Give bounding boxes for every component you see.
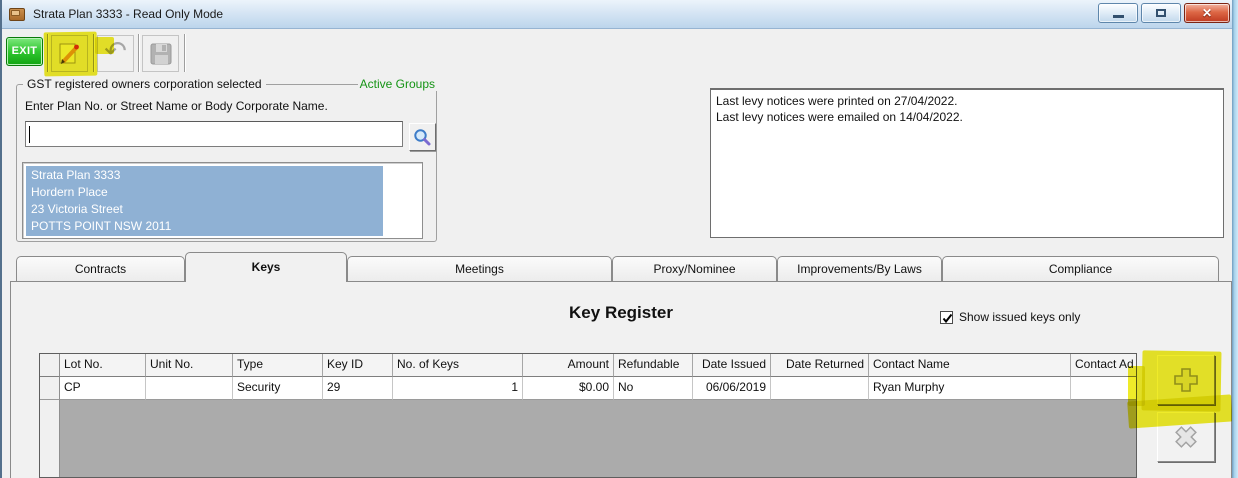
edit-button[interactable] bbox=[51, 35, 88, 72]
toolbar-separator bbox=[138, 34, 139, 72]
column-header[interactable]: Type bbox=[233, 354, 323, 377]
delete-key-button[interactable] bbox=[1157, 412, 1215, 462]
column-header[interactable]: No. of Keys bbox=[393, 354, 523, 377]
toolbar-separator bbox=[184, 34, 185, 72]
levy-notice-line: Last levy notices were printed on 27/04/… bbox=[716, 94, 958, 108]
tab-improvements-by-laws[interactable]: Improvements/By Laws bbox=[777, 256, 942, 281]
toolbar-separator bbox=[93, 34, 94, 72]
app-icon bbox=[9, 7, 27, 22]
tab-compliance[interactable]: Compliance bbox=[942, 256, 1219, 281]
row-selector-strip bbox=[40, 400, 60, 477]
maximize-button[interactable] bbox=[1141, 3, 1181, 23]
pencil-icon bbox=[59, 43, 79, 64]
row-selector-header[interactable] bbox=[40, 354, 60, 377]
search-icon bbox=[414, 128, 431, 145]
table-row[interactable]: CP Security 29 1 $0.00 No 06/06/2019 Ryan Murph… bbox=[40, 377, 1136, 400]
window-right-frame bbox=[1232, 0, 1238, 478]
column-header[interactable]: Contact Ad bbox=[1071, 354, 1136, 377]
tab-proxy-nominee[interactable]: Proxy/Nominee bbox=[612, 256, 777, 281]
table-cell[interactable]: $0.00 bbox=[523, 377, 614, 400]
table-cell[interactable]: Security bbox=[233, 377, 323, 400]
column-header[interactable]: Contact Name bbox=[869, 354, 1071, 377]
table-cell[interactable]: 1 bbox=[393, 377, 523, 400]
exit-button[interactable]: EXIT bbox=[6, 37, 43, 66]
undo-button[interactable]: ↶ bbox=[97, 35, 134, 72]
table-cell[interactable]: 29 bbox=[323, 377, 393, 400]
toolbar-separator bbox=[47, 34, 48, 72]
table-cell[interactable]: No bbox=[614, 377, 693, 400]
plus-icon bbox=[1174, 368, 1198, 392]
column-header[interactable]: Amount bbox=[523, 354, 614, 377]
close-button[interactable]: ✕ bbox=[1184, 3, 1230, 23]
column-header[interactable]: Refundable bbox=[614, 354, 693, 377]
levy-notice-line: Last levy notices were emailed on 14/04/… bbox=[716, 110, 963, 124]
app-window: Strata Plan 3333 - Read Only Mode ✕ EXIT… bbox=[0, 0, 1238, 478]
selected-plan-item[interactable]: Strata Plan 3333 Hordern Place 23 Victoria… bbox=[26, 166, 383, 236]
tab-contracts[interactable]: Contracts bbox=[16, 256, 185, 281]
column-header[interactable]: Date Issued bbox=[693, 354, 771, 377]
text-caret bbox=[29, 126, 30, 143]
titlebar: Strata Plan 3333 - Read Only Mode ✕ bbox=[2, 0, 1238, 29]
minimize-icon bbox=[1112, 15, 1124, 18]
add-key-button[interactable] bbox=[1157, 355, 1215, 405]
levy-notices-box[interactable]: Last levy notices were printed on 27/04/… bbox=[710, 88, 1224, 238]
save-icon bbox=[150, 43, 171, 64]
table-cell[interactable]: Ryan Murphy bbox=[869, 377, 1071, 400]
save-button[interactable] bbox=[142, 35, 179, 72]
minimize-button[interactable] bbox=[1098, 3, 1138, 23]
undo-icon: ↶ bbox=[104, 36, 127, 66]
maximize-icon bbox=[1156, 9, 1166, 17]
table-cell[interactable]: CP bbox=[60, 377, 146, 400]
selected-plan-line: POTTS POINT NSW 2011 bbox=[31, 219, 172, 233]
table-cell[interactable] bbox=[146, 377, 233, 400]
table-cell[interactable]: 06/06/2019 bbox=[693, 377, 771, 400]
show-issued-keys-filter[interactable]: Show issued keys only bbox=[940, 310, 1080, 324]
plan-search-input[interactable] bbox=[25, 121, 403, 147]
delete-cross-icon bbox=[1175, 426, 1197, 448]
check-icon bbox=[942, 313, 953, 323]
tab-meetings[interactable]: Meetings bbox=[347, 256, 612, 281]
table-header-row: Lot No. Unit No. Type Key ID No. of Keys Amou… bbox=[40, 354, 1136, 377]
column-header[interactable]: Key ID bbox=[323, 354, 393, 377]
search-button[interactable] bbox=[409, 123, 436, 151]
window-title: Strata Plan 3333 - Read Only Mode bbox=[33, 7, 224, 21]
table-cell[interactable] bbox=[771, 377, 869, 400]
selected-plan-line: 23 Victoria Street bbox=[31, 202, 123, 216]
key-register-table: Lot No. Unit No. Type Key ID No. of Keys Amou… bbox=[39, 353, 1137, 478]
tab-keys[interactable]: Keys bbox=[185, 252, 347, 282]
column-header[interactable]: Unit No. bbox=[146, 354, 233, 377]
selected-plan-line: Hordern Place bbox=[31, 185, 108, 199]
selected-plan-line: Strata Plan 3333 bbox=[31, 168, 121, 182]
show-issued-keys-label: Show issued keys only bbox=[959, 310, 1081, 324]
active-groups-label: Active Groups bbox=[357, 77, 437, 91]
table-cell[interactable] bbox=[1071, 377, 1136, 400]
row-selector-cell[interactable] bbox=[40, 377, 60, 400]
column-header[interactable]: Date Returned bbox=[771, 354, 869, 377]
groupbox-legend: GST registered owners corporation select… bbox=[23, 77, 266, 91]
show-issued-keys-checkbox[interactable] bbox=[940, 310, 953, 324]
plan-result-list[interactable]: Strata Plan 3333 Hordern Place 23 Victoria… bbox=[22, 162, 423, 239]
close-icon: ✕ bbox=[1201, 6, 1213, 20]
column-header[interactable]: Lot No. bbox=[60, 354, 146, 377]
search-prompt: Enter Plan No. or Street Name or Body Co… bbox=[25, 99, 328, 113]
